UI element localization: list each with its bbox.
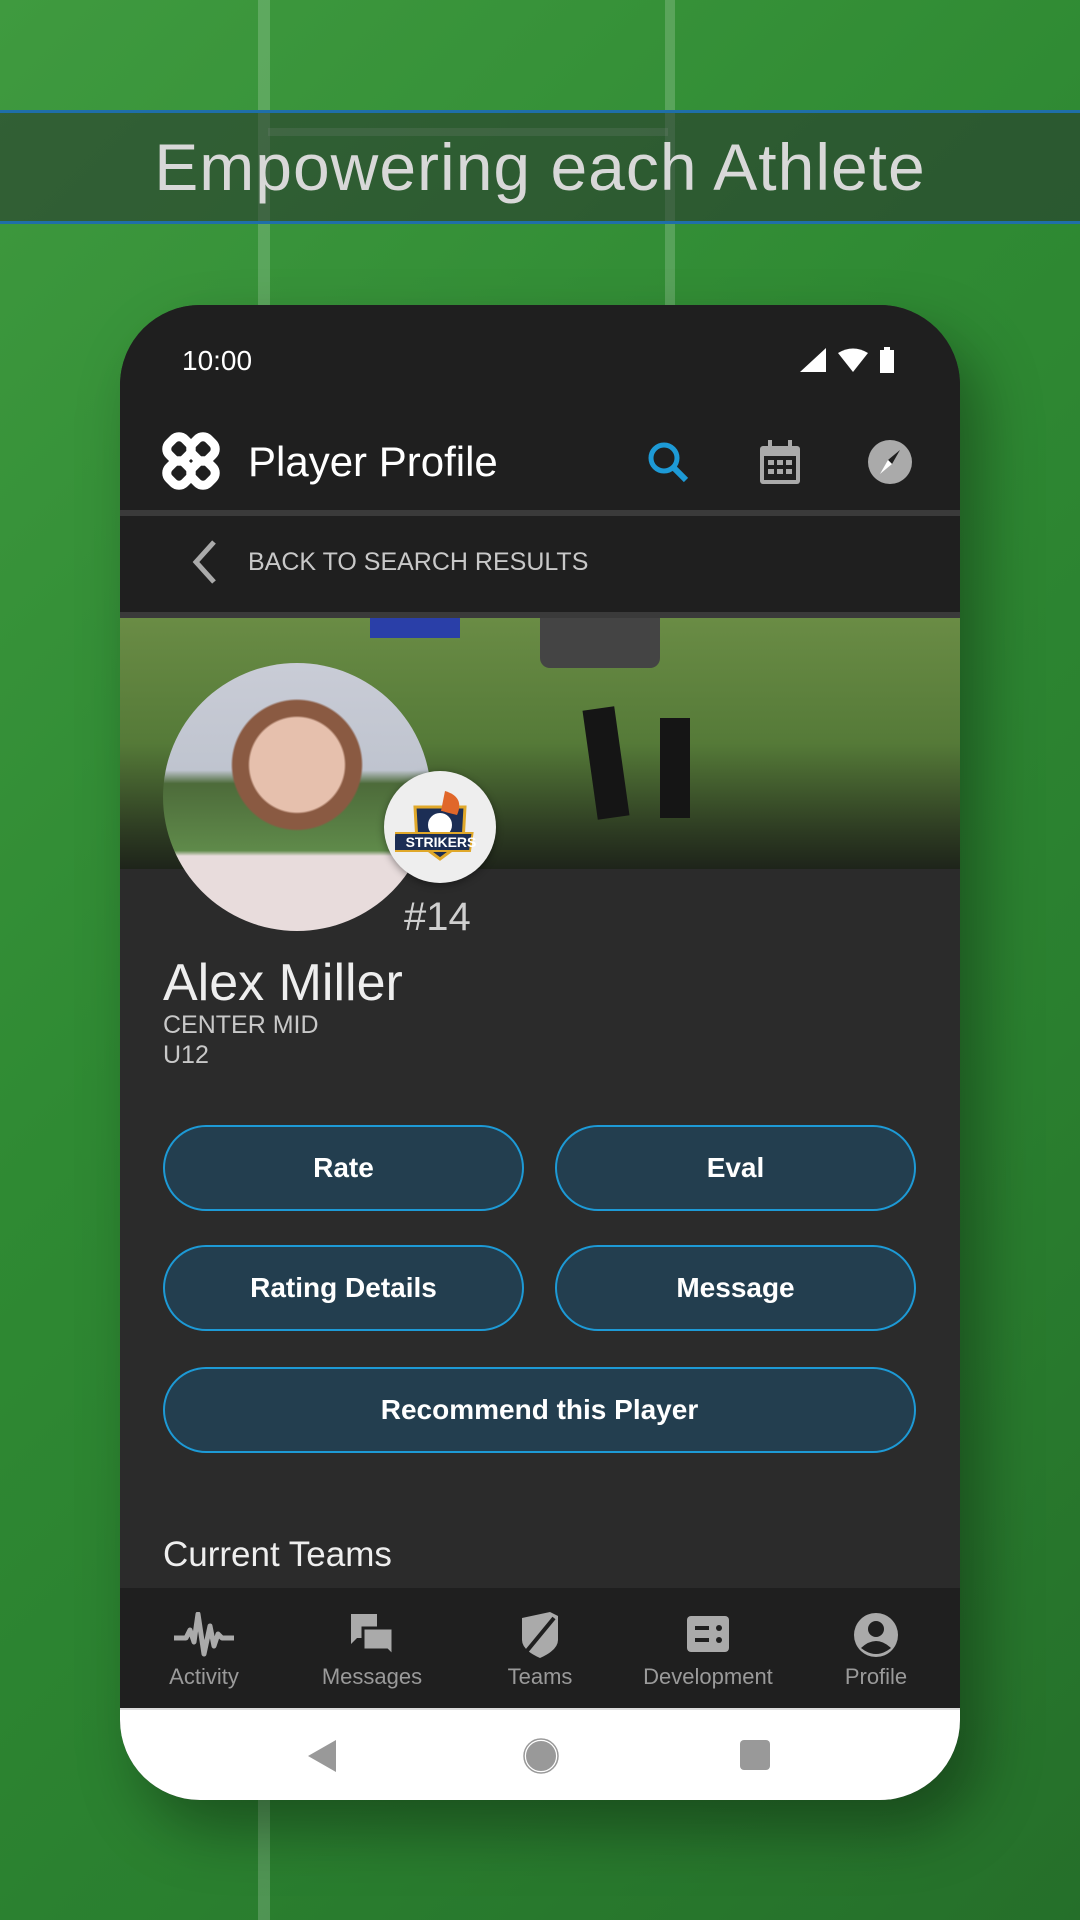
messages-icon [351, 1614, 395, 1658]
player-position: CENTER MID [163, 1011, 319, 1039]
system-back-icon[interactable] [308, 1740, 336, 1772]
back-to-search-button[interactable]: BACK TO SEARCH RESULTS [120, 516, 960, 612]
system-recents-icon[interactable] [740, 1740, 770, 1770]
nav-label: Development [643, 1664, 773, 1689]
rate-button[interactable]: Rate [163, 1125, 524, 1211]
promo-banner: Empowering each Athlete [0, 110, 1080, 224]
page-title: Player Profile [248, 438, 498, 485]
nav-messages[interactable]: Messages [288, 1588, 456, 1708]
message-button[interactable]: Message [555, 1245, 916, 1331]
svg-text:STRIKERS: STRIKERS [406, 834, 477, 850]
compass-icon[interactable] [868, 440, 912, 484]
nav-teams[interactable]: Teams [456, 1588, 624, 1708]
activity-icon [174, 1612, 234, 1657]
player-age-group: U12 [163, 1041, 209, 1069]
profile-icon [854, 1613, 898, 1657]
back-label: BACK TO SEARCH RESULTS [248, 548, 589, 576]
player-name: Alex Miller [163, 954, 403, 1012]
wifi-icon [838, 348, 868, 372]
nav-activity[interactable]: Activity [120, 1588, 288, 1708]
calendar-icon[interactable] [760, 440, 800, 484]
bottom-nav: Activity Messages Teams Development Prof… [120, 1588, 960, 1708]
system-home-icon[interactable] [523, 1738, 559, 1774]
nav-development[interactable]: Development [624, 1588, 792, 1708]
teams-shield-icon [522, 1612, 558, 1658]
nav-label: Teams [507, 1664, 573, 1689]
app-logo-icon [162, 432, 220, 490]
banner-title: Empowering each Athlete [154, 130, 926, 204]
signal-icon [800, 348, 826, 372]
status-bar: 10:00 [120, 305, 960, 410]
status-time: 10:00 [182, 345, 253, 376]
nav-label: Activity [169, 1664, 239, 1689]
system-nav-bar [120, 1708, 960, 1800]
player-avatar [163, 663, 431, 931]
phone-frame: 10:00 Player Profile BACK TO SEARCH RESU… [120, 305, 960, 1800]
strikers-logo-icon: STRIKERS [395, 791, 477, 861]
current-teams-heading: Current Teams [163, 1535, 392, 1574]
chevron-left-icon [192, 540, 216, 584]
development-icon [687, 1616, 729, 1652]
jersey-number: #14 [404, 895, 471, 939]
nav-profile[interactable]: Profile [792, 1588, 960, 1708]
rating-details-button[interactable]: Rating Details [163, 1245, 524, 1331]
nav-label: Profile [844, 1664, 908, 1689]
search-icon[interactable] [646, 440, 690, 484]
battery-icon [880, 347, 894, 373]
team-logo: STRIKERS [384, 771, 496, 883]
nav-label: Messages [321, 1664, 423, 1689]
recommend-player-button[interactable]: Recommend this Player [163, 1367, 916, 1453]
app-bar: Player Profile [120, 410, 960, 510]
eval-button[interactable]: Eval [555, 1125, 916, 1211]
